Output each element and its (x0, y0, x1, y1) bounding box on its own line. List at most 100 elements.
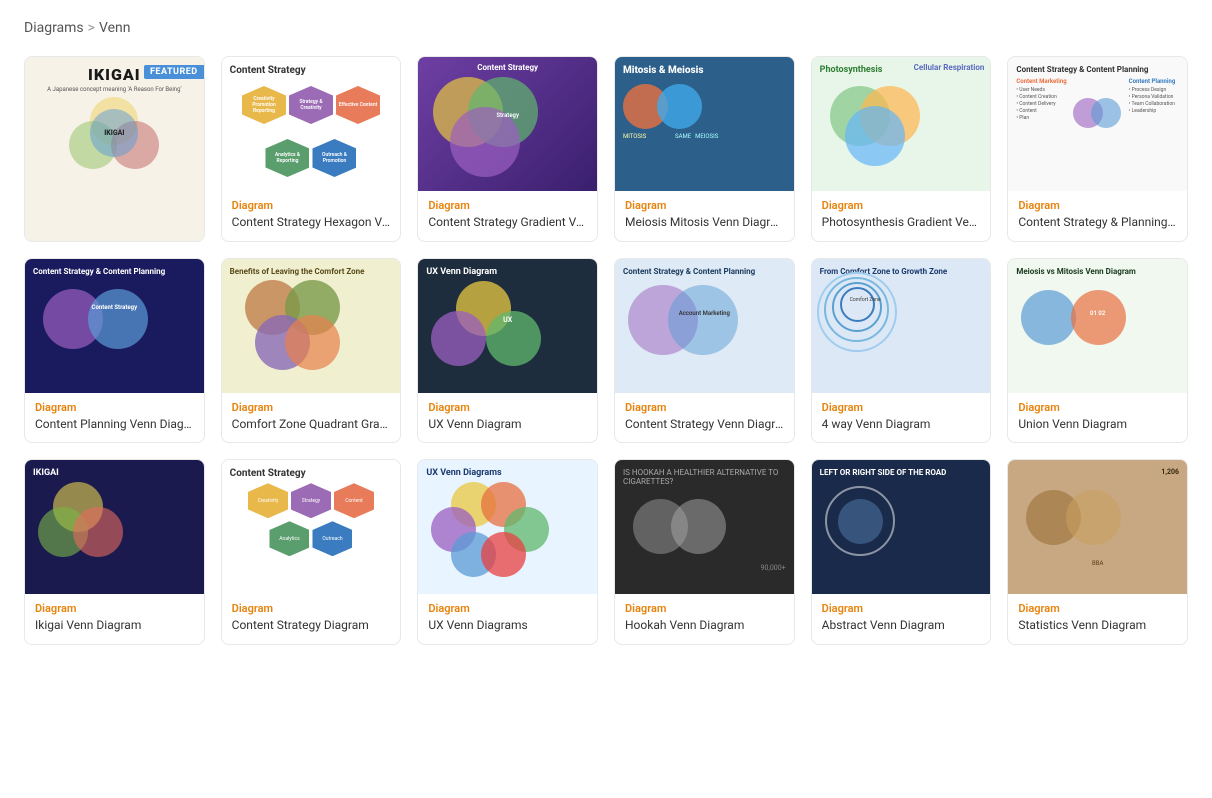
col-planning: Content Planning • Process Design• Perso… (1129, 78, 1179, 122)
card-info: Diagram Hookah Venn Diagram (615, 594, 794, 644)
venn-area (623, 494, 786, 564)
circle-self2 (285, 315, 340, 370)
venn-center-label: IKIGAI (104, 129, 124, 137)
thumb-title: Content Strategy (230, 468, 393, 479)
card-type: Diagram (822, 401, 981, 414)
card-info: Diagram Content Strategy Hexagon Venn... (222, 191, 401, 241)
thumb-title: Content Strategy (230, 65, 393, 76)
breadcrumb-parent[interactable]: Diagrams (24, 20, 84, 36)
card-thumb: 1,206 BBA (1008, 460, 1187, 594)
breadcrumb-separator: > (88, 20, 95, 36)
columns: Content Marketing • User Needs• Content … (1016, 78, 1179, 122)
card-content-strategy-hex[interactable]: Content Strategy Creativity Promotion Re… (221, 56, 402, 242)
thumb-subtitle: A Japanese concept meaning 'A Reason For… (47, 86, 181, 93)
card-title: Comfort Zone Quadrant Graph (232, 417, 391, 433)
circle-3 (845, 106, 905, 166)
card-row3-2[interactable]: Content Strategy Creativity Strategy Con… (221, 459, 402, 645)
thumb-inner: Content Strategy & Content Planning Acco… (615, 259, 794, 378)
card-title: Ikigai Venn Diagram (35, 618, 194, 634)
card-thumb: Content Strategy & Content Planning Cont… (25, 259, 204, 393)
card-thumb: Content Strategy Creativity Promotion Re… (222, 57, 401, 191)
col-items: • User Needs• Content Creation• Content … (1016, 87, 1066, 122)
card-row3-3[interactable]: UX Venn Diagrams Diagram UX Venn Diagram… (417, 459, 598, 645)
card-info: Diagram Photosynthesis Gradient Venn D..… (812, 191, 991, 241)
card-title: Content Strategy Gradient Venn... (428, 215, 587, 231)
circle-meiosis (1021, 290, 1076, 345)
card-ikigai[interactable]: FEATURED IKIGAI A Japanese concept meani… (24, 56, 205, 242)
card-row3-5[interactable]: LEFT OR RIGHT SIDE OF THE ROAD Diagram A… (811, 459, 992, 645)
card-4way-venn[interactable]: From Comfort Zone to Growth Zone Comfort… (811, 258, 992, 444)
card-type: Diagram (232, 602, 391, 615)
venn-area (820, 81, 983, 161)
thumb-question: IS HOOKAH A HEALTHIER ALTERNATIVE TO CIG… (623, 468, 786, 486)
card-row3-4[interactable]: IS HOOKAH A HEALTHIER ALTERNATIVE TO CIG… (614, 459, 795, 645)
card-info: Diagram UX Venn Diagrams (418, 594, 597, 644)
card-thumb: Mitosis & Meiosis MITOSIS SAME MEIOSIS (615, 57, 794, 191)
card-type: Diagram (625, 401, 784, 414)
card-thumb: IS HOOKAH A HEALTHIER ALTERNATIVE TO CIG… (615, 460, 794, 594)
diagram-grid: FEATURED IKIGAI A Japanese concept meani… (24, 56, 1188, 645)
zone-label: Comfort Zone (850, 297, 881, 303)
venn-circles: IKIGAI (69, 97, 159, 169)
c6 (481, 532, 526, 577)
venn-area (230, 280, 393, 370)
circle-mitosis (1071, 290, 1126, 345)
thumb-inner: UX Venn Diagram UX (418, 259, 597, 379)
card-thumb: Photosynthesis Cellular Respiration (812, 57, 991, 191)
card-cs-planning[interactable]: Content Strategy & Content Planning Cont… (1007, 56, 1188, 242)
venn-container: Strategy (418, 57, 597, 191)
thumb-inner: Meiosis vs Mitosis Venn Diagram 01 02 (1008, 259, 1187, 378)
card-type: Diagram (1018, 401, 1177, 414)
hex-creativity: Creativity Promotion Reporting (242, 86, 286, 124)
circle-right (1091, 98, 1121, 128)
card-type: Diagram (428, 602, 587, 615)
featured-badge: FEATURED (144, 65, 204, 79)
circle-2 (1066, 490, 1121, 545)
col-marketing: Content Marketing • User Needs• Content … (1016, 78, 1066, 122)
venn-area: Content Strategy (33, 284, 196, 354)
card-info: Diagram UX Venn Diagram (418, 393, 597, 443)
hex-grid: Creativity Promotion Reporting Strategy … (230, 80, 393, 183)
hex-grid: Creativity Strategy Content Analytics Ou… (230, 483, 393, 556)
thumb-inner: 1,206 BBA (1008, 460, 1187, 575)
card-comfort-zone[interactable]: Benefits of Leaving the Comfort Zone Dia… (221, 258, 402, 444)
card-thumb: UX Venn Diagrams (418, 460, 597, 594)
card-photosynthesis[interactable]: Photosynthesis Cellular Respiration Diag… (811, 56, 992, 242)
card-thumb: IKIGAI (25, 460, 204, 594)
thumb-title: Mitosis & Meiosis (623, 65, 786, 76)
card-title: 4 way Venn Diagram (822, 417, 981, 433)
card-type: Diagram (35, 401, 194, 414)
card-title: Content Strategy & Planning Ve... (1018, 215, 1177, 231)
card-title: Hookah Venn Diagram (625, 618, 784, 634)
hex-effective: Effective Content (336, 86, 380, 124)
card-thumb: Meiosis vs Mitosis Venn Diagram 01 02 (1008, 259, 1187, 393)
thumb-title: Content Strategy & Content Planning (623, 267, 786, 276)
card-info: Diagram Content Strategy Diagram (222, 594, 401, 644)
thumb-inner: LEFT OR RIGHT SIDE OF THE ROAD (812, 460, 991, 569)
card-thumb: Content Strategy Creativity Strategy Con… (222, 460, 401, 594)
card-type: Diagram (1018, 602, 1177, 615)
card-info: Diagram Content Strategy & Planning Ve..… (1008, 191, 1187, 241)
venn-center (1073, 78, 1123, 122)
card-meiosis[interactable]: Mitosis & Meiosis MITOSIS SAME MEIOSIS D… (614, 56, 795, 242)
thumb-title: Benefits of Leaving the Comfort Zone (230, 267, 393, 276)
hex-1: Creativity (248, 483, 288, 518)
card-thumb: LEFT OR RIGHT SIDE OF THE ROAD (812, 460, 991, 594)
card-ux-venn[interactable]: UX Venn Diagram UX Diagram UX Venn Diagr… (417, 258, 598, 444)
card-union-venn[interactable]: Meiosis vs Mitosis Venn Diagram 01 02 Di… (1007, 258, 1188, 444)
card-row3-1[interactable]: IKIGAI Diagram Ikigai Venn Diagram (24, 459, 205, 645)
card-content-strategy-gradient[interactable]: Content Strategy Strategy Diagram Conten… (417, 56, 598, 242)
venn-area: Account Marketing (623, 280, 786, 370)
center-label: Account Marketing (679, 310, 730, 317)
card-content-planning-venn[interactable]: Content Strategy & Content Planning Cont… (24, 258, 205, 444)
circle-2 (671, 499, 726, 554)
card-title: Meiosis Mitosis Venn Diagram (625, 215, 784, 231)
card-title: Photosynthesis Gradient Venn D... (822, 215, 981, 231)
card-type: Diagram (822, 199, 981, 212)
thumb-title: IKIGAI (88, 65, 141, 84)
thumb-title: IKIGAI (33, 468, 196, 478)
card-info: Diagram Ikigai 4-Way Venn Diagram (25, 241, 204, 242)
card-cs-venn2[interactable]: Content Strategy & Content Planning Acco… (614, 258, 795, 444)
card-row3-6[interactable]: 1,206 BBA Diagram Statistics Venn Diagra… (1007, 459, 1188, 645)
col-title: Content Planning (1129, 78, 1179, 85)
